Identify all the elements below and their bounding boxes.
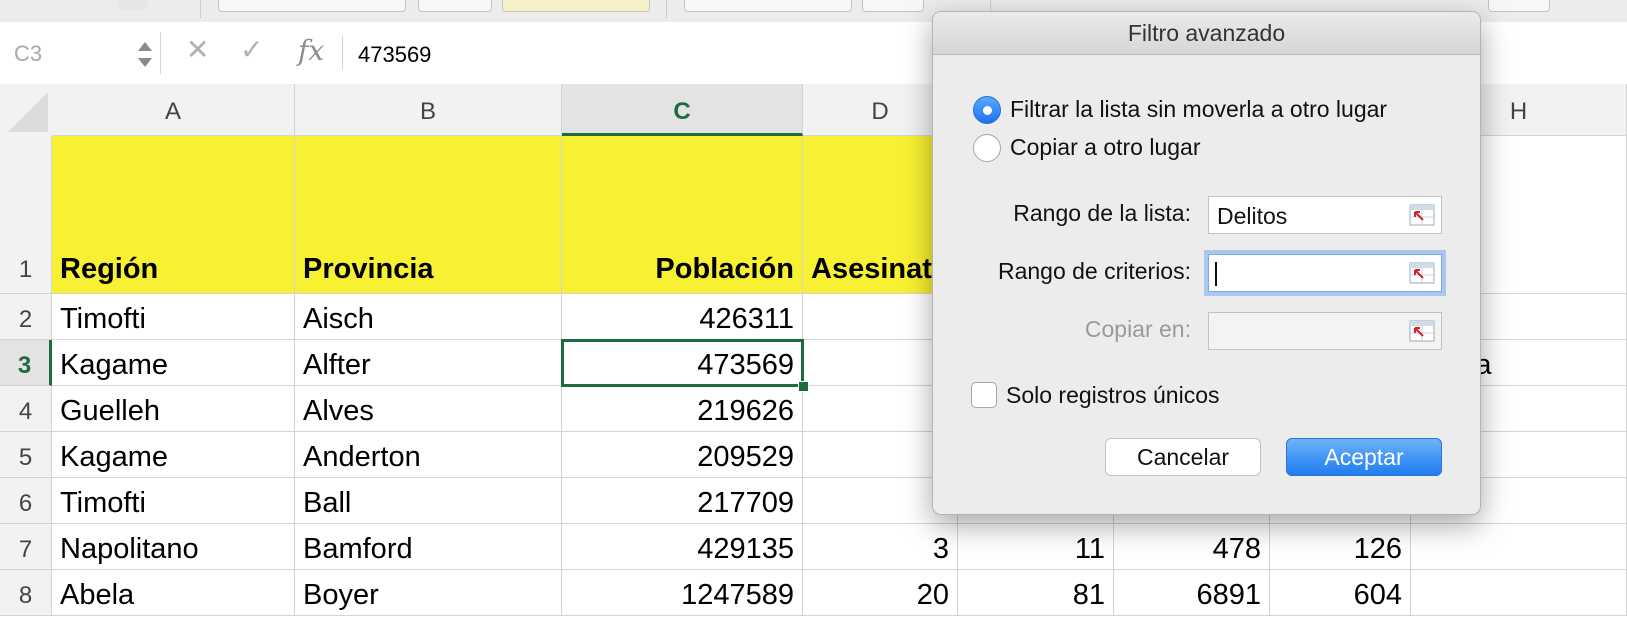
cell-b4[interactable]: Alves <box>295 386 562 432</box>
cell-d7[interactable]: 3 <box>803 524 958 570</box>
cell-a7[interactable]: Napolitano <box>52 524 295 570</box>
cell-a6[interactable]: Timofti <box>52 478 295 524</box>
formula-input[interactable]: 473569 <box>358 42 431 68</box>
highlight-color-button[interactable] <box>502 0 650 12</box>
cell-e7[interactable]: 11 <box>958 524 1114 570</box>
column-header-a[interactable]: A <box>52 84 295 136</box>
radio-copy-to-location[interactable] <box>973 134 1001 162</box>
cell-b6[interactable]: Ball <box>295 478 562 524</box>
chevron-down-icon <box>138 58 152 67</box>
cell-c1[interactable]: Población <box>562 136 803 294</box>
cell-d8[interactable]: 20 <box>803 570 958 616</box>
criteria-range-label: Rango de criterios: <box>997 258 1191 284</box>
cell-a8[interactable]: Abela <box>52 570 295 616</box>
select-all-button[interactable] <box>0 84 53 137</box>
ok-button[interactable]: Aceptar <box>1286 438 1442 476</box>
advanced-filter-dialog: Filtro avanzado Filtrar la lista sin mov… <box>932 11 1481 515</box>
toolbar-button[interactable] <box>118 0 148 10</box>
column-header-b[interactable]: B <box>295 84 562 136</box>
fill-handle[interactable] <box>798 381 809 392</box>
name-box-value: C3 <box>14 41 43 66</box>
row-header-8[interactable]: 8 <box>0 570 52 616</box>
cell-c2[interactable]: 426311 <box>562 294 803 340</box>
row-header-2[interactable]: 2 <box>0 294 52 340</box>
formula-bar-divider <box>342 36 343 70</box>
cancel-button[interactable]: Cancelar <box>1105 438 1261 476</box>
toolbar-button[interactable] <box>418 0 492 12</box>
toolbar-button[interactable] <box>684 0 852 12</box>
criteria-range-field[interactable] <box>1208 254 1442 292</box>
toolbar-button[interactable] <box>862 0 924 12</box>
select-all-triangle <box>8 92 48 132</box>
name-box[interactable]: C3 <box>0 32 161 74</box>
collapse-dialog-icon[interactable] <box>1409 204 1435 226</box>
cell-a1[interactable]: Región <box>52 136 295 294</box>
dialog-titlebar[interactable]: Filtro avanzado <box>933 12 1480 55</box>
column-header-c[interactable]: C <box>562 84 803 136</box>
list-range-label: Rango de la lista: <box>1013 200 1191 226</box>
row-header-5[interactable]: 5 <box>0 432 52 478</box>
cell-c8[interactable]: 1247589 <box>562 570 803 616</box>
toolbar-separator <box>200 0 201 18</box>
radio-copy-to-location-label[interactable]: Copiar a otro lugar <box>1010 134 1201 161</box>
collapse-dialog-icon[interactable] <box>1409 320 1435 342</box>
list-range-field[interactable]: Delitos <box>1208 196 1442 234</box>
cell-b3[interactable]: Alfter <box>295 340 562 386</box>
cell-c4[interactable]: 219626 <box>562 386 803 432</box>
enter-icon[interactable]: ✓ <box>240 36 263 64</box>
copy-to-field[interactable] <box>1208 312 1442 350</box>
row-header-7[interactable]: 7 <box>0 524 52 570</box>
copy-to-label: Copiar en: <box>1084 316 1191 342</box>
cell-h7[interactable] <box>1411 524 1627 570</box>
unique-records-label[interactable]: Solo registros únicos <box>1006 382 1220 409</box>
row-header-4[interactable]: 4 <box>0 386 52 432</box>
cell-b7[interactable]: Bamford <box>295 524 562 570</box>
insert-function-icon[interactable]: fx <box>298 34 324 67</box>
cell-b5[interactable]: Anderton <box>295 432 562 478</box>
cell-a5[interactable]: Kagame <box>52 432 295 478</box>
cell-e8[interactable]: 81 <box>958 570 1114 616</box>
cell-b1[interactable]: Provincia <box>295 136 562 294</box>
row-header-3[interactable]: 3 <box>0 340 52 386</box>
unique-records-checkbox[interactable] <box>971 382 997 408</box>
row-header-6[interactable]: 6 <box>0 478 52 524</box>
cell-c7[interactable]: 429135 <box>562 524 803 570</box>
list-range-value: Delitos <box>1217 203 1288 229</box>
cancel-icon[interactable]: ✕ <box>186 36 209 64</box>
cell-a3[interactable]: Kagame <box>52 340 295 386</box>
cell-a4[interactable]: Guelleh <box>52 386 295 432</box>
cell-b2[interactable]: Aisch <box>295 294 562 340</box>
name-box-stepper[interactable] <box>136 40 152 70</box>
row-header-1[interactable]: 1 <box>0 136 52 294</box>
radio-selected-dot <box>983 106 992 115</box>
cell-b8[interactable]: Boyer <box>295 570 562 616</box>
cell-c5[interactable]: 209529 <box>562 432 803 478</box>
toolbar-separator <box>666 0 667 18</box>
toolbar-button[interactable] <box>218 0 406 12</box>
radio-filter-in-place[interactable] <box>973 96 1001 124</box>
cell-g7[interactable]: 126 <box>1270 524 1411 570</box>
toolbar-button[interactable] <box>1488 0 1550 12</box>
cell-c6[interactable]: 217709 <box>562 478 803 524</box>
cell-f7[interactable]: 478 <box>1114 524 1270 570</box>
collapse-dialog-icon[interactable] <box>1409 262 1435 284</box>
cell-g8[interactable]: 604 <box>1270 570 1411 616</box>
cell-f8[interactable]: 6891 <box>1114 570 1270 616</box>
cell-h8[interactable] <box>1411 570 1627 616</box>
text-caret <box>1215 262 1217 286</box>
radio-filter-in-place-label[interactable]: Filtrar la lista sin moverla a otro luga… <box>1010 96 1387 123</box>
cell-a2[interactable]: Timofti <box>52 294 295 340</box>
dialog-title: Filtro avanzado <box>1127 20 1286 46</box>
chevron-up-icon <box>138 42 152 51</box>
cell-c3[interactable]: 473569 <box>562 340 803 386</box>
